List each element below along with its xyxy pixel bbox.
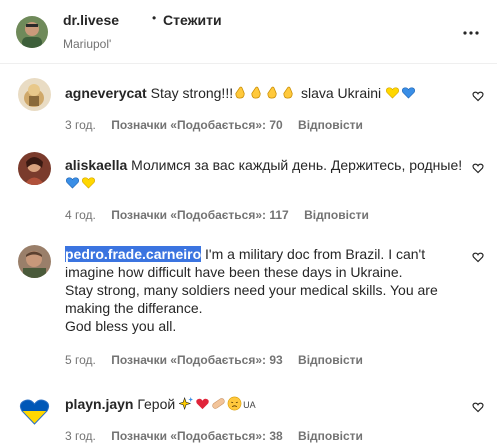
more-horizontal-icon[interactable] bbox=[462, 25, 480, 41]
reply-button[interactable]: Відповісти bbox=[298, 353, 363, 367]
comment-meta: 3 год. Позначки «Подобається»: 70 Відпов… bbox=[65, 118, 375, 132]
comment-message-tail: slava Ukraini bbox=[297, 85, 386, 101]
comment-text: agneverycat Stay strong!!! slava Ukraini bbox=[65, 84, 465, 102]
clapping-hands-icon bbox=[251, 86, 261, 99]
reply-button[interactable]: Відповісти bbox=[298, 118, 363, 132]
clapping-hands-icon bbox=[267, 86, 277, 99]
commenter-avatar[interactable] bbox=[18, 245, 51, 278]
comment-message: Stay strong!!! bbox=[150, 85, 234, 101]
comment-time[interactable]: 3 год. bbox=[65, 118, 96, 132]
blue-heart-icon bbox=[401, 87, 416, 99]
yellow-heart-icon bbox=[81, 177, 96, 189]
clapping-hands-icon bbox=[235, 86, 245, 99]
comment-text: aliskaella Молимся за вас каждый день. Д… bbox=[65, 156, 465, 192]
sparkles-icon bbox=[179, 396, 194, 411]
comment-message-line: making the differance. bbox=[65, 300, 203, 316]
comment-text: pedro.frade.carneiro I'm a military doc … bbox=[65, 245, 465, 335]
bandage-icon bbox=[212, 398, 225, 409]
comment-meta: 4 год. Позначки «Подобається»: 117 Відпо… bbox=[65, 208, 381, 222]
post-header: dr.livese • Стежити Mariupol' bbox=[0, 0, 497, 64]
comment-message-line: imagine how difficult have been these da… bbox=[65, 264, 403, 280]
reply-button[interactable]: Відповісти bbox=[298, 429, 363, 443]
clapping-hands-icon bbox=[283, 86, 293, 99]
comment-message: Герой bbox=[137, 396, 180, 412]
commenter-avatar[interactable] bbox=[18, 152, 51, 185]
comment-message-line: Stay strong, many soldiers need your med… bbox=[65, 282, 438, 298]
like-heart-icon[interactable] bbox=[472, 161, 484, 174]
comment-time[interactable]: 5 год. bbox=[65, 353, 96, 367]
comment-meta: 5 год. Позначки «Подобається»: 93 Відпов… bbox=[65, 353, 375, 367]
likes-count[interactable]: Позначки «Подобається»: 117 bbox=[111, 208, 289, 222]
red-heart-icon bbox=[196, 398, 209, 410]
reply-button[interactable]: Відповісти bbox=[304, 208, 369, 222]
separator-dot: • bbox=[152, 11, 157, 25]
comment-message-line: I'm a military doc from Brazil. I can't bbox=[205, 246, 426, 262]
like-heart-icon[interactable] bbox=[472, 400, 484, 413]
comment-message-line: God bless you all. bbox=[65, 318, 177, 334]
ukraine-flag-icon: UA bbox=[243, 400, 256, 410]
likes-count[interactable]: Позначки «Подобається»: 93 bbox=[111, 353, 282, 367]
comment-username[interactable]: pedro.frade.carneiro bbox=[65, 246, 202, 262]
comment-username[interactable]: aliskaella bbox=[65, 157, 127, 173]
post-location[interactable]: Mariupol' bbox=[63, 37, 111, 51]
commenter-avatar[interactable] bbox=[18, 78, 51, 111]
comment-username[interactable]: playn.jayn bbox=[65, 396, 133, 412]
comment-time[interactable]: 3 год. bbox=[65, 429, 96, 443]
like-heart-icon[interactable] bbox=[472, 89, 484, 102]
likes-count[interactable]: Позначки «Подобається»: 38 bbox=[111, 429, 282, 443]
comment-time[interactable]: 4 год. bbox=[65, 208, 96, 222]
comment-message: Молимся за вас каждый день. Держитесь, р… bbox=[131, 157, 463, 173]
yellow-heart-icon bbox=[385, 87, 400, 99]
weary-face-icon bbox=[227, 396, 242, 411]
blue-heart-icon bbox=[65, 177, 80, 189]
like-heart-icon[interactable] bbox=[472, 250, 484, 263]
comment-meta: 3 год. Позначки «Подобається»: 38 Відпов… bbox=[65, 429, 375, 443]
commenter-avatar[interactable] bbox=[18, 394, 51, 427]
author-avatar[interactable] bbox=[16, 16, 48, 48]
follow-button[interactable]: Стежити bbox=[163, 12, 222, 28]
comment-username[interactable]: agneverycat bbox=[65, 85, 147, 101]
comment-text: playn.jayn Герой UA bbox=[65, 395, 465, 414]
likes-count[interactable]: Позначки «Подобається»: 70 bbox=[111, 118, 282, 132]
author-username[interactable]: dr.livese bbox=[63, 12, 119, 28]
